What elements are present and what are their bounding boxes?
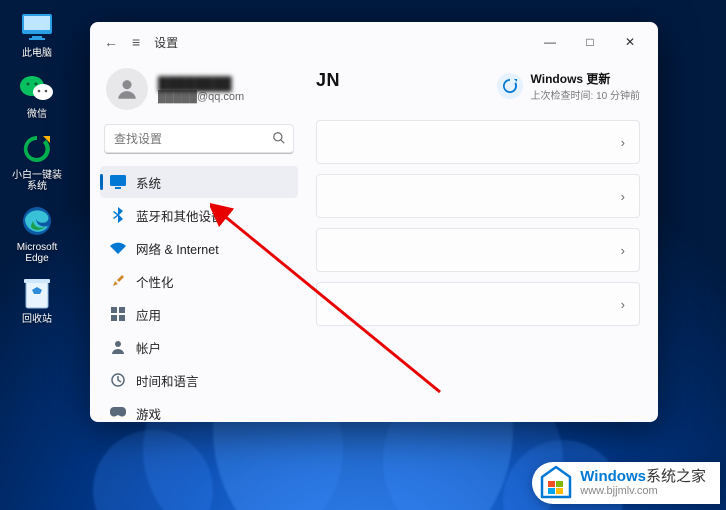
sidebar-item-system[interactable]: 系统 bbox=[100, 166, 298, 198]
hamburger-icon[interactable]: ≡ bbox=[132, 34, 140, 50]
search-icon bbox=[272, 131, 286, 148]
back-button[interactable]: ← bbox=[104, 34, 118, 50]
sidebar: ████████ █████@qq.com 系统 bbox=[90, 62, 308, 422]
search-box[interactable] bbox=[104, 124, 294, 154]
titlebar[interactable]: ← ≡ 设置 — □ ✕ bbox=[90, 22, 658, 62]
desktop-icon-wechat[interactable]: 微信 bbox=[10, 69, 64, 120]
sidebar-item-label: 网络 & Internet bbox=[136, 239, 219, 258]
close-button[interactable]: ✕ bbox=[610, 26, 650, 58]
sidebar-item-network[interactable]: 网络 & Internet bbox=[100, 232, 298, 264]
sidebar-item-personalize[interactable]: 个性化 bbox=[100, 265, 298, 297]
desktop-icon-xiaobai[interactable]: 小白一键装系统 bbox=[10, 130, 64, 192]
desktop-icon-label: 此电脑 bbox=[10, 48, 64, 59]
sidebar-item-gaming[interactable]: 游戏 bbox=[100, 397, 298, 422]
sidebar-item-time[interactable]: 时间和语言 bbox=[100, 364, 298, 396]
chevron-right-icon: › bbox=[621, 135, 625, 150]
chevron-right-icon: › bbox=[621, 243, 625, 258]
sidebar-item-apps[interactable]: 应用 bbox=[100, 298, 298, 330]
desktop-icon-recycle[interactable]: 回收站 bbox=[10, 274, 64, 325]
account-email: █████@qq.com bbox=[158, 91, 244, 103]
system-icon bbox=[110, 174, 126, 190]
clock-icon bbox=[110, 372, 126, 388]
bluetooth-icon bbox=[110, 207, 126, 223]
edge-icon bbox=[18, 202, 56, 240]
sidebar-item-label: 帐户 bbox=[136, 338, 161, 357]
windows-update-tile[interactable]: Windows 更新 上次检查时间: 10 分钟前 bbox=[497, 70, 640, 102]
watermark: Windows系统之家 www.bjjmlv.com bbox=[532, 462, 720, 504]
sidebar-item-label: 时间和语言 bbox=[136, 371, 199, 390]
settings-card[interactable]: › bbox=[316, 282, 640, 326]
settings-card[interactable]: › bbox=[316, 228, 640, 272]
settings-card[interactable]: › bbox=[316, 174, 640, 218]
avatar-icon bbox=[106, 68, 148, 110]
watermark-logo-icon bbox=[536, 463, 576, 503]
desktop-icons: 此电脑 微信 小白一键装系统 Microsoft Edge 回收站 bbox=[10, 8, 70, 335]
minimize-button[interactable]: — bbox=[530, 26, 570, 58]
person-icon bbox=[110, 339, 126, 355]
wifi-icon bbox=[110, 240, 126, 256]
desktop-icon-this-pc[interactable]: 此电脑 bbox=[10, 8, 64, 59]
desktop: 此电脑 微信 小白一键装系统 Microsoft Edge 回收站 bbox=[0, 0, 726, 510]
recycle-bin-icon bbox=[18, 274, 56, 312]
settings-card[interactable]: › bbox=[316, 120, 640, 164]
sidebar-item-label: 游戏 bbox=[136, 404, 161, 423]
watermark-url: www.bjjmlv.com bbox=[580, 485, 706, 498]
settings-window: ← ≡ 设置 — □ ✕ ████████ █████@qq.com bbox=[90, 22, 658, 422]
desktop-icon-label: 回收站 bbox=[10, 314, 64, 325]
maximize-button[interactable]: □ bbox=[570, 26, 610, 58]
desktop-icon-edge[interactable]: Microsoft Edge bbox=[10, 202, 64, 264]
desktop-icon-label: 微信 bbox=[10, 109, 64, 120]
update-subtitle: 上次检查时间: 10 分钟前 bbox=[531, 87, 640, 102]
sidebar-item-label: 蓝牙和其他设备 bbox=[136, 206, 224, 225]
brush-icon bbox=[110, 273, 126, 289]
chevron-right-icon: › bbox=[621, 189, 625, 204]
sidebar-nav: 系统 蓝牙和其他设备 网络 & Internet 个性化 bbox=[100, 166, 298, 422]
sidebar-item-label: 系统 bbox=[136, 173, 161, 192]
account-name: ████████ bbox=[158, 76, 244, 91]
gaming-icon bbox=[110, 405, 126, 421]
desktop-icon-label: 小白一键装系统 bbox=[10, 170, 64, 192]
sidebar-item-label: 个性化 bbox=[136, 272, 174, 291]
update-icon bbox=[497, 73, 523, 99]
window-title: 设置 bbox=[154, 34, 178, 51]
sidebar-item-label: 应用 bbox=[136, 305, 161, 324]
desktop-icon-label: Microsoft Edge bbox=[10, 242, 64, 264]
chevron-right-icon: › bbox=[621, 297, 625, 312]
apps-icon bbox=[110, 306, 126, 322]
content-pane: JN Windows 更新 上次检查时间: 10 分钟前 › bbox=[308, 62, 658, 422]
reinstall-icon bbox=[18, 130, 56, 168]
sidebar-item-bluetooth[interactable]: 蓝牙和其他设备 bbox=[100, 199, 298, 231]
account-block[interactable]: ████████ █████@qq.com bbox=[100, 62, 298, 124]
wechat-icon bbox=[18, 69, 56, 107]
update-title: Windows 更新 bbox=[531, 70, 640, 87]
search-input[interactable] bbox=[104, 124, 294, 154]
sidebar-item-accounts[interactable]: 帐户 bbox=[100, 331, 298, 363]
monitor-icon bbox=[18, 8, 56, 46]
watermark-title: Windows系统之家 bbox=[580, 468, 706, 485]
page-title: JN bbox=[316, 70, 340, 91]
